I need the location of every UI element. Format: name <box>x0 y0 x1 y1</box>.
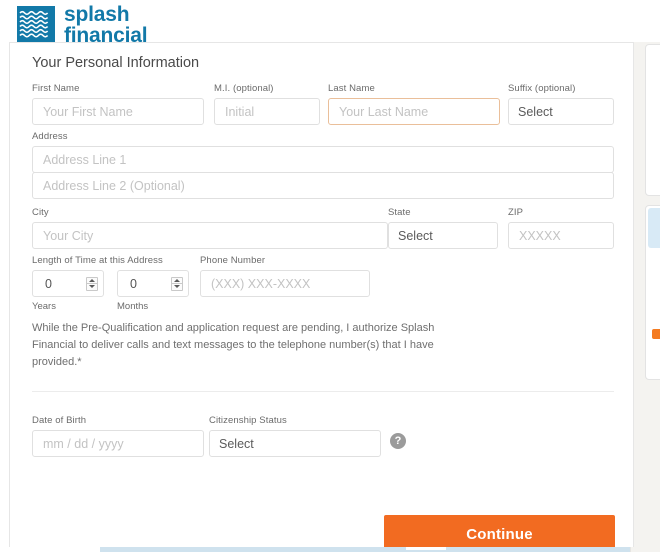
state-select-value: Select <box>398 228 433 243</box>
citizenship-help-icon[interactable]: ? <box>390 433 406 449</box>
first-name-field: First Name <box>32 83 204 125</box>
zip-field: ZIP <box>508 207 614 249</box>
citizenship-status-field: Citizenship Status Select <box>209 415 381 457</box>
background-blue-swatch <box>648 208 660 248</box>
months-stepper[interactable]: 0 <box>117 270 189 297</box>
zip-input[interactable] <box>508 222 614 249</box>
site-header: splash financial <box>0 0 660 47</box>
length-of-time-group: Length of Time at this Address 0 Years 0 <box>32 255 190 312</box>
date-of-birth-label: Date of Birth <box>32 415 87 426</box>
middle-initial-input[interactable] <box>214 98 320 125</box>
citizenship-status-label: Citizenship Status <box>209 415 287 426</box>
address-line2-input[interactable] <box>32 172 614 199</box>
phone-number-input[interactable] <box>200 270 370 297</box>
suffix-label: Suffix (optional) <box>508 83 576 94</box>
first-name-label: First Name <box>32 83 80 94</box>
splash-wave-logo-icon <box>17 6 55 45</box>
months-sub-label: Months <box>117 301 149 312</box>
application-page: splash financial Your Personal Informati… <box>0 0 660 552</box>
citizenship-status-select[interactable]: Select <box>209 430 381 457</box>
logo-wordmark: splash financial <box>64 3 148 47</box>
city-input[interactable] <box>32 222 388 249</box>
section-title: Your Personal Information <box>32 55 200 71</box>
middle-initial-field: M.I. (optional) <box>214 83 320 125</box>
state-select[interactable]: Select <box>388 222 498 249</box>
years-value: 0 <box>45 276 52 291</box>
middle-initial-label: M.I. (optional) <box>214 83 274 94</box>
phone-number-field: Phone Number <box>200 255 370 297</box>
city-field: City <box>32 207 388 249</box>
phone-number-label: Phone Number <box>200 255 266 266</box>
years-stepper[interactable]: 0 <box>32 270 104 297</box>
logo-word-splash: splash <box>64 3 130 26</box>
address-line1-field: Address <box>32 131 614 173</box>
bottom-progress-strip-gap <box>406 547 446 550</box>
background-orange-swatch <box>652 329 660 339</box>
address-line1-input[interactable] <box>32 146 614 173</box>
state-label: State <box>388 207 411 218</box>
months-spinner-icon[interactable] <box>171 276 183 291</box>
section-divider <box>32 391 614 392</box>
last-name-input[interactable] <box>328 98 500 125</box>
months-value: 0 <box>130 276 137 291</box>
splash-financial-logo[interactable]: splash financial <box>17 3 148 47</box>
last-name-label: Last Name <box>328 83 375 94</box>
years-field: 0 Years <box>32 270 104 312</box>
state-field: State Select <box>388 207 498 249</box>
date-of-birth-input[interactable] <box>32 430 204 457</box>
bottom-progress-strip <box>100 547 630 552</box>
city-label: City <box>32 207 49 218</box>
citizenship-status-select-value: Select <box>219 436 254 451</box>
length-of-time-label: Length of Time at this Address <box>32 255 163 266</box>
months-field: 0 Months <box>117 270 189 312</box>
date-of-birth-field: Date of Birth <box>32 415 204 457</box>
personal-information-form-panel: Your Personal Information First Name M.I… <box>9 42 634 552</box>
last-name-field: Last Name <box>328 83 500 125</box>
address-line2-field <box>32 172 614 199</box>
background-card-top <box>645 44 660 196</box>
consent-disclosure-text: While the Pre-Qualification and applicat… <box>32 322 435 369</box>
suffix-select-value: Select <box>518 104 553 119</box>
first-name-input[interactable] <box>32 98 204 125</box>
suffix-select[interactable]: Select <box>508 98 614 125</box>
address-label: Address <box>32 131 68 142</box>
years-sub-label: Years <box>32 301 56 312</box>
years-spinner-icon[interactable] <box>86 276 98 291</box>
zip-label: ZIP <box>508 207 524 218</box>
suffix-field: Suffix (optional) Select <box>508 83 614 125</box>
